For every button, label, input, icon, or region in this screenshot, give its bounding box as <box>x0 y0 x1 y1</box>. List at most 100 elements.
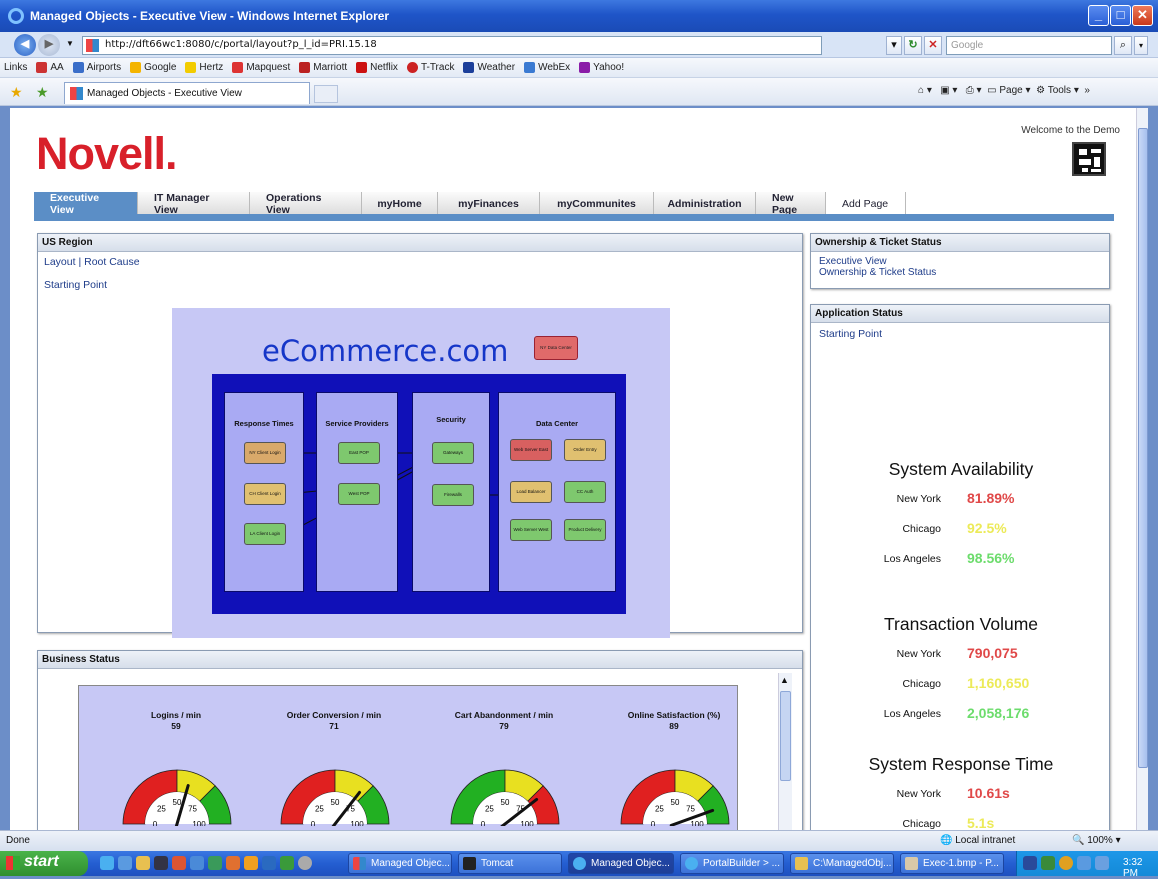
quicklaunch-console-icon[interactable] <box>154 856 168 870</box>
taskbar-managed-objects-1[interactable]: Managed Objec... <box>348 853 452 874</box>
taskbar-tomcat[interactable]: Tomcat <box>458 853 562 874</box>
root-cause-link[interactable]: Root Cause <box>84 256 139 268</box>
west-pop-node[interactable]: West POP <box>338 483 380 505</box>
starting-point-link[interactable]: Starting Point <box>44 279 107 291</box>
tab-mycommunites[interactable]: myCommunites <box>540 192 654 215</box>
tab-myhome[interactable]: myHome <box>362 192 438 215</box>
quicklaunch-app5-icon[interactable] <box>244 856 258 870</box>
forward-button[interactable]: ▶ <box>38 34 60 56</box>
tab-administration[interactable]: Administration <box>654 192 756 215</box>
link-weather[interactable]: Weather <box>463 62 515 73</box>
product-delivery-node[interactable]: Product Delivery <box>564 519 606 541</box>
layout-link[interactable]: Layout <box>44 256 76 268</box>
start-button[interactable]: start <box>0 851 88 876</box>
history-dropdown-icon[interactable]: ▼ <box>66 39 74 48</box>
browser-tab-managed-objects[interactable]: Managed Objects - Executive View <box>64 82 310 104</box>
stop-button[interactable]: ✕ <box>924 36 942 55</box>
page-scrollbar-thumb[interactable] <box>1138 128 1148 768</box>
link-google[interactable]: Google <box>130 62 176 73</box>
zoom-control[interactable]: 🔍 100% ▾ <box>1072 835 1121 846</box>
tab-operations-view[interactable]: Operations View <box>250 192 362 216</box>
tray-icon-1[interactable] <box>1023 856 1037 870</box>
close-button[interactable]: ✕ <box>1132 5 1153 26</box>
quicklaunch-ie2-icon[interactable] <box>118 856 132 870</box>
link-aa[interactable]: AA <box>36 62 64 73</box>
ownership-ticket-link[interactable]: Ownership & Ticket Status <box>819 267 936 278</box>
order-entry-node[interactable]: Order Entry <box>564 439 606 461</box>
ch-client-login-node[interactable]: CH Client Login <box>244 483 286 505</box>
starting-point-link[interactable]: Starting Point <box>819 328 882 340</box>
search-options-button[interactable]: ▾ <box>1134 36 1148 55</box>
metric-city: Chicago <box>902 678 941 690</box>
quicklaunch-app3-icon[interactable] <box>208 856 222 870</box>
home-icon[interactable]: ⌂ ▾ <box>918 85 932 96</box>
executive-view-link[interactable]: Executive View <box>819 256 936 267</box>
link-yahoo[interactable]: Yahoo! <box>579 62 624 73</box>
tab-new-page[interactable]: New Page <box>756 192 826 216</box>
link-webex[interactable]: WebEx <box>524 62 570 73</box>
favorites-star-icon[interactable]: ★ <box>10 84 23 101</box>
link-t-track[interactable]: T-Track <box>406 62 454 73</box>
taskbar-folder[interactable]: C:\ManagedObj... <box>790 853 894 874</box>
firewalls-node[interactable]: Firewalls <box>432 484 474 506</box>
search-button[interactable]: ⌕ <box>1114 36 1132 55</box>
ownership-ticket-portlet: Ownership & Ticket Status Executive View… <box>810 233 1110 289</box>
ny-data-center-button[interactable]: NY Data Center <box>534 336 578 360</box>
cc-auth-node[interactable]: CC Auth <box>564 481 606 503</box>
gauge-dial: 0 25 50 75 100 <box>122 769 232 826</box>
link-airports[interactable]: Airports <box>72 62 121 73</box>
new-tab-button[interactable] <box>314 85 338 103</box>
east-pop-node[interactable]: East POP <box>338 442 380 464</box>
page-menu[interactable]: ▭ Page ▾ <box>987 85 1030 96</box>
quicklaunch-ie-icon[interactable] <box>100 856 114 870</box>
feeds-icon[interactable]: ▣ ▾ <box>940 85 957 96</box>
minimize-button[interactable]: _ <box>1088 5 1109 26</box>
scrollbar-thumb[interactable] <box>780 691 791 781</box>
chevron-more-icon[interactable]: » <box>1084 85 1090 96</box>
maximize-button[interactable]: □ <box>1110 5 1131 26</box>
metric-value: 790,075 <box>967 645 1018 661</box>
tab-executive-view[interactable]: Executive View <box>34 192 138 216</box>
browser-tab-label: Managed Objects - Executive View <box>87 88 242 99</box>
gateways-node[interactable]: Gateways <box>432 442 474 464</box>
quicklaunch-app7-icon[interactable] <box>280 856 294 870</box>
quicklaunch-app6-icon[interactable] <box>262 856 276 870</box>
link-marriott[interactable]: Marriott <box>299 62 347 73</box>
address-input[interactable]: http://dft66wc1:8080/c/portal/layout?p_l… <box>82 36 822 55</box>
taskbar-paint[interactable]: Exec-1.bmp - P... <box>900 853 1004 874</box>
quicklaunch-app2-icon[interactable] <box>190 856 204 870</box>
back-button[interactable]: ◀ <box>14 34 36 56</box>
address-dropdown-button[interactable]: ▾ <box>886 36 902 55</box>
search-input[interactable]: Google <box>946 36 1112 55</box>
business-status-scrollbar[interactable]: ▲ <box>778 673 792 830</box>
zone-indicator: 🌐 Local intranet <box>940 835 1016 846</box>
user-avatar[interactable] <box>1072 142 1106 176</box>
quicklaunch-app-icon[interactable] <box>172 856 186 870</box>
link-netflix[interactable]: Netflix <box>356 62 398 73</box>
la-client-login-node[interactable]: LA Client Login <box>244 523 286 545</box>
print-icon[interactable]: ⎙ ▾ <box>966 85 982 96</box>
link-hertz[interactable]: Hertz <box>185 62 223 73</box>
ny-client-login-node[interactable]: NY Client Login <box>244 442 286 464</box>
taskbar-portalbuilder[interactable]: PortalBuilder > ... <box>680 853 784 874</box>
scroll-up-icon[interactable]: ▲ <box>780 675 789 685</box>
link-mapquest[interactable]: Mapquest <box>232 62 290 73</box>
web-server-east-node[interactable]: Web Server East <box>510 439 552 461</box>
web-server-west-node[interactable]: Web Server West <box>510 519 552 541</box>
tab-it-manager-view[interactable]: IT Manager View <box>138 192 250 216</box>
load-balancer-node[interactable]: Load Balancer <box>510 481 552 503</box>
taskbar-managed-objects-2[interactable]: Managed Objec... <box>568 853 674 874</box>
add-favorites-icon[interactable]: ★ <box>36 84 49 101</box>
quicklaunch-app8-icon[interactable] <box>298 856 312 870</box>
tray-icon-4[interactable] <box>1077 856 1091 870</box>
tray-icon-3[interactable] <box>1059 856 1073 870</box>
tools-menu[interactable]: ⚙ Tools ▾ <box>1036 85 1079 96</box>
tab-myfinances[interactable]: myFinances <box>438 192 540 215</box>
quicklaunch-app4-icon[interactable] <box>226 856 240 870</box>
tab-add-page[interactable]: Add Page <box>826 192 906 215</box>
tray-icon-5[interactable] <box>1095 856 1109 870</box>
page-scrollbar[interactable] <box>1136 108 1148 830</box>
quicklaunch-folder-icon[interactable] <box>136 856 150 870</box>
tray-icon-2[interactable] <box>1041 856 1055 870</box>
refresh-button[interactable]: ↻ <box>904 36 922 55</box>
